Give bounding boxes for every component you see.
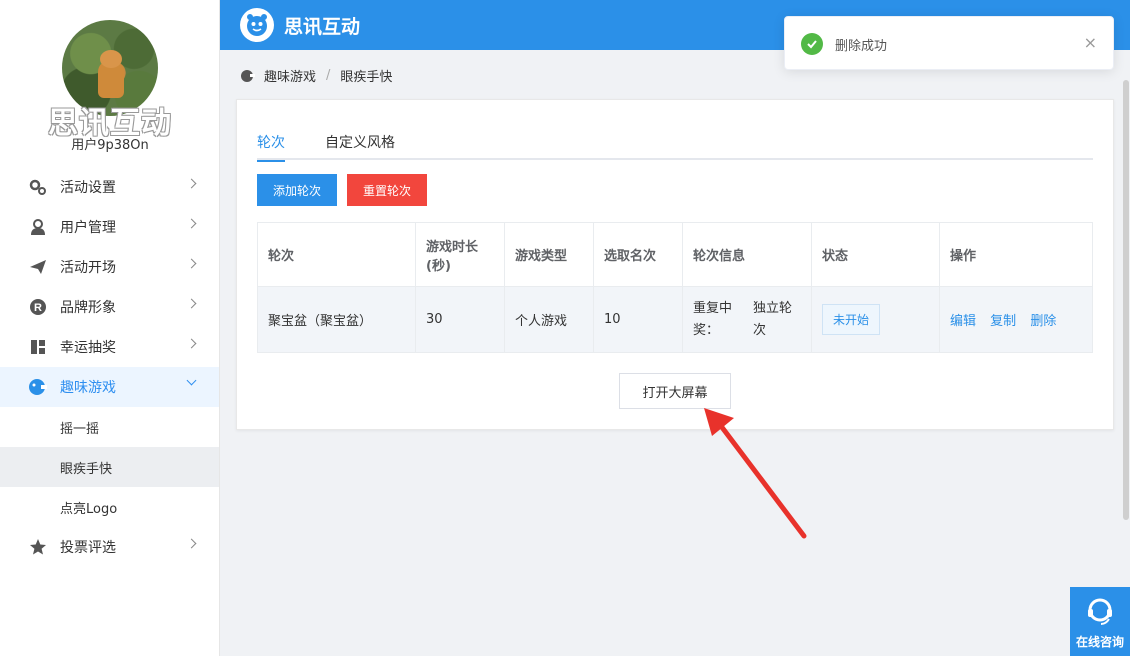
- chevron-right-icon: [186, 218, 197, 229]
- submenu-item-quick-eye[interactable]: 眼疾手快: [0, 447, 219, 487]
- chevron-right-icon: [186, 258, 197, 269]
- gamepad-icon: [28, 377, 48, 397]
- cell-actions: 编辑 复制 删除: [939, 286, 1093, 353]
- user-icon: [28, 217, 48, 237]
- sidebar-item-opening[interactable]: 活动开场: [0, 247, 219, 287]
- submenu-item-shake[interactable]: 摇一摇: [0, 407, 219, 447]
- sidebar-item-label: 品牌形象: [60, 300, 116, 316]
- sidebar-item-lottery[interactable]: 幸运抽奖: [0, 327, 219, 367]
- gears-icon: [28, 177, 48, 197]
- sidebar-item-label: 趣味游戏: [60, 380, 116, 396]
- breadcrumb-separator: /: [326, 68, 331, 83]
- svg-text:R: R: [34, 302, 42, 314]
- add-round-button[interactable]: 添加轮次: [257, 174, 337, 206]
- sidebar-item-activity-settings[interactable]: 活动设置: [0, 167, 219, 207]
- chevron-right-icon: [186, 538, 197, 549]
- submenu-item-light-logo[interactable]: 点亮Logo: [0, 487, 219, 527]
- chevron-down-icon: [186, 375, 197, 386]
- col-info: 轮次信息: [682, 222, 812, 287]
- logo-icon[interactable]: [240, 8, 274, 42]
- table-row: 聚宝盆（聚宝盆） 30 个人游戏 10 重复中奖： 独立轮次 未开始 编辑 复制…: [257, 286, 1093, 353]
- col-status: 状态: [811, 222, 940, 287]
- cell-rank: 10: [593, 286, 683, 353]
- cell-type: 个人游戏: [504, 286, 594, 353]
- reset-round-button[interactable]: 重置轮次: [347, 174, 427, 206]
- cell-duration: 30: [415, 286, 505, 353]
- scrollbar[interactable]: [1123, 80, 1129, 520]
- edit-link[interactable]: 编辑: [950, 314, 976, 329]
- success-toast: 删除成功 ×: [784, 16, 1114, 70]
- gamepad-icon: [240, 69, 256, 83]
- cat-photo: [98, 50, 124, 98]
- col-actions: 操作: [939, 222, 1093, 287]
- sidebar-item-label: 投票评选: [60, 540, 116, 556]
- gift-icon: [28, 337, 48, 357]
- breadcrumb: 趣味游戏 / 眼疾手快: [240, 66, 392, 85]
- content-card: 轮次 自定义风格 添加轮次 重置轮次 轮次 游戏时长(秒) 游戏类型 选取名次 …: [236, 99, 1114, 430]
- chevron-right-icon: [186, 298, 197, 309]
- sidebar-item-user-management[interactable]: 用户管理: [0, 207, 219, 247]
- breadcrumb-parent[interactable]: 趣味游戏: [264, 66, 316, 85]
- online-consult-button[interactable]: 在线咨询: [1070, 587, 1130, 656]
- headset-icon: [1086, 597, 1114, 631]
- cell-round: 聚宝盆（聚宝盆）: [257, 286, 416, 353]
- chevron-right-icon: [186, 338, 197, 349]
- tab-bar: 轮次 自定义风格: [257, 130, 1093, 162]
- chevron-right-icon: [186, 178, 197, 189]
- tab-custom-style[interactable]: 自定义风格: [325, 132, 395, 160]
- col-round: 轮次: [257, 222, 416, 287]
- annotation-arrow: [704, 408, 807, 539]
- sidebar-item-label: 幸运抽奖: [60, 340, 116, 356]
- close-icon[interactable]: ×: [1084, 33, 1097, 52]
- sidebar-item-label: 用户管理: [60, 220, 116, 236]
- col-duration: 游戏时长(秒): [415, 222, 505, 287]
- tab-rounds[interactable]: 轮次: [257, 132, 285, 162]
- sidebar-item-fun-games[interactable]: 趣味游戏: [0, 367, 219, 407]
- status-badge: 未开始: [822, 304, 881, 335]
- rounds-table: 轮次 游戏时长(秒) 游戏类型 选取名次 轮次信息 状态 操作 聚宝盆（聚宝盆）…: [257, 222, 1093, 353]
- cell-status: 未开始: [811, 286, 940, 353]
- star-icon: [28, 537, 48, 557]
- online-consult-label: 在线咨询: [1075, 635, 1124, 649]
- sidebar-item-label: 活动设置: [60, 180, 116, 196]
- sidebar-item-brand[interactable]: R 品牌形象: [0, 287, 219, 327]
- info-independent-round: 独立轮次: [753, 300, 793, 338]
- col-rank: 选取名次: [593, 222, 683, 287]
- registered-icon: R: [28, 297, 48, 317]
- sidebar: 思讯互动 用户9p38On 活动设置 用户管理 活动开场 R 品牌形象 幸运抽奖…: [0, 0, 220, 656]
- sidebar-menu: 活动设置 用户管理 活动开场 R 品牌形象 幸运抽奖 趣味游戏 摇一摇 眼疾手快…: [0, 167, 219, 567]
- header-title: 思讯互动: [284, 16, 361, 38]
- sidebar-item-voting[interactable]: 投票评选: [0, 527, 219, 567]
- username: 用户9p38On: [71, 138, 149, 153]
- copy-link[interactable]: 复制: [990, 314, 1016, 329]
- info-repeat-win: 重复中奖：: [693, 300, 733, 338]
- breadcrumb-current: 眼疾手快: [340, 70, 393, 85]
- toast-message: 删除成功: [835, 39, 888, 54]
- table-header-row: 轮次 游戏时长(秒) 游戏类型 选取名次 轮次信息 状态 操作: [257, 222, 1093, 287]
- paper-plane-icon: [28, 257, 48, 277]
- sidebar-item-label: 活动开场: [60, 260, 116, 276]
- col-type: 游戏类型: [504, 222, 594, 287]
- cell-info: 重复中奖： 独立轮次: [682, 286, 812, 353]
- delete-link[interactable]: 删除: [1030, 314, 1056, 329]
- check-circle-icon: [801, 33, 823, 55]
